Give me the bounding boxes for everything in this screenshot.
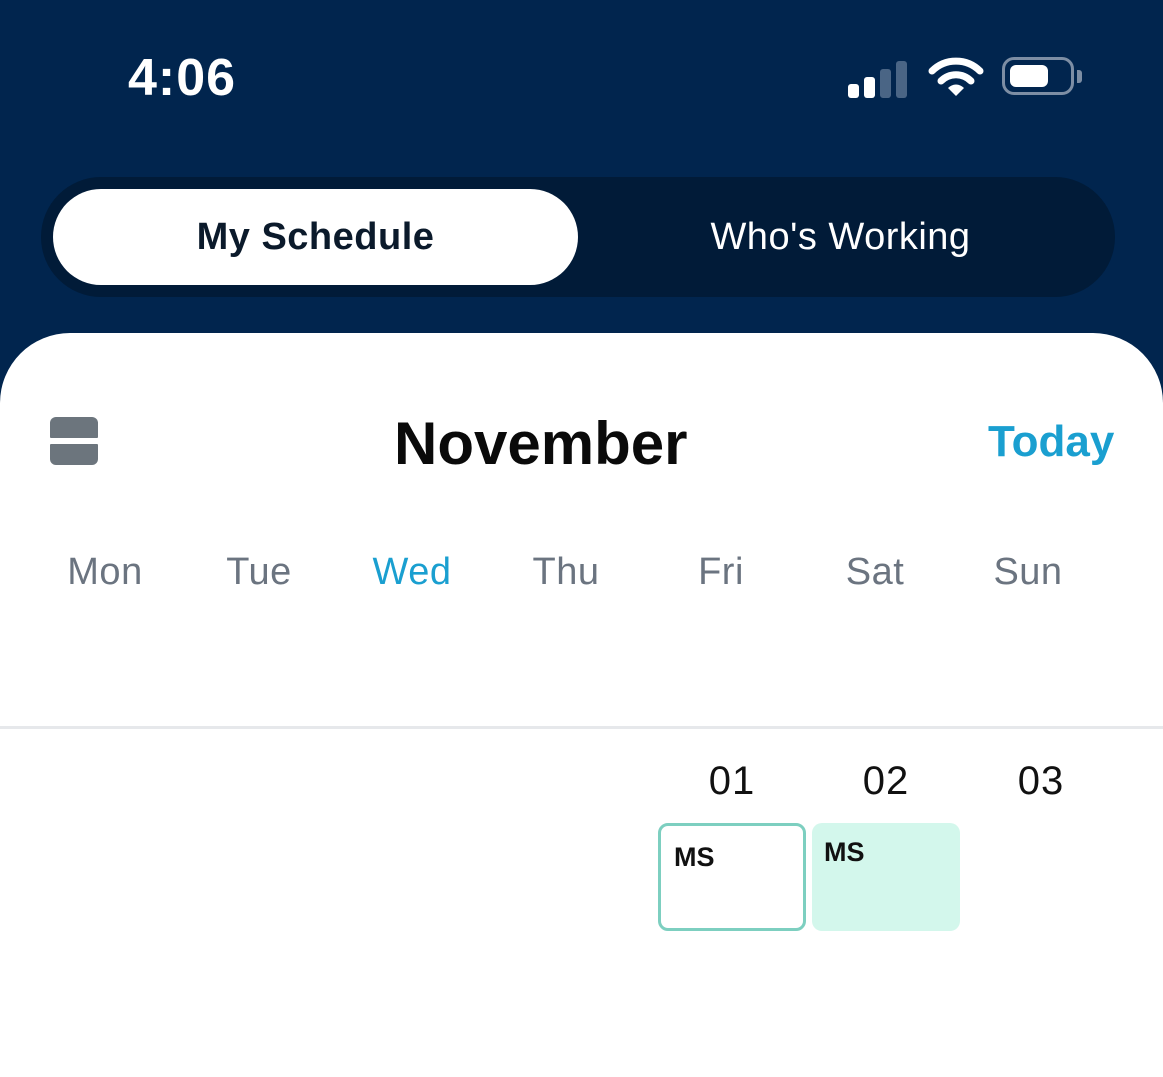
shift-label: MS — [674, 842, 715, 872]
wifi-icon — [928, 57, 984, 96]
battery-level — [1010, 65, 1048, 87]
battery-tip — [1077, 70, 1082, 83]
month-title: November — [394, 410, 688, 477]
weekday-header: Mon Tue Wed Thu Fri Sat Sun — [0, 551, 1163, 601]
shift-block-day-01[interactable]: MS — [658, 823, 806, 931]
tab-my-schedule[interactable]: My Schedule — [53, 189, 578, 285]
weekday-sun: Sun — [993, 551, 1063, 593]
today-button[interactable]: Today — [988, 417, 1114, 467]
shift-block-day-02[interactable]: MS — [812, 823, 960, 931]
day-number-01[interactable]: 01 — [655, 759, 809, 804]
day-number-02[interactable]: 02 — [809, 759, 963, 804]
calendar-view-toggle-icon[interactable] — [50, 417, 98, 465]
battery-icon — [1002, 57, 1074, 95]
weekday-mon: Mon — [67, 551, 143, 593]
week-divider — [0, 726, 1163, 729]
status-bar: 4:06 — [0, 0, 1163, 150]
shift-label: MS — [824, 837, 865, 867]
cellular-signal-icon — [848, 58, 908, 98]
weekday-thu: Thu — [532, 551, 600, 593]
status-time: 4:06 — [128, 49, 237, 107]
weekday-fri: Fri — [698, 551, 744, 593]
weekday-sat: Sat — [845, 551, 905, 593]
weekday-tue: Tue — [226, 551, 292, 593]
weekday-wed: Wed — [372, 551, 452, 593]
day-number-03[interactable]: 03 — [964, 759, 1118, 804]
tab-whos-working[interactable]: Who's Working — [578, 189, 1103, 285]
schedule-segmented-control: My Schedule Who's Working — [41, 177, 1115, 297]
calendar-card: November Today Mon Tue Wed Thu Fri Sat S… — [0, 333, 1163, 1077]
